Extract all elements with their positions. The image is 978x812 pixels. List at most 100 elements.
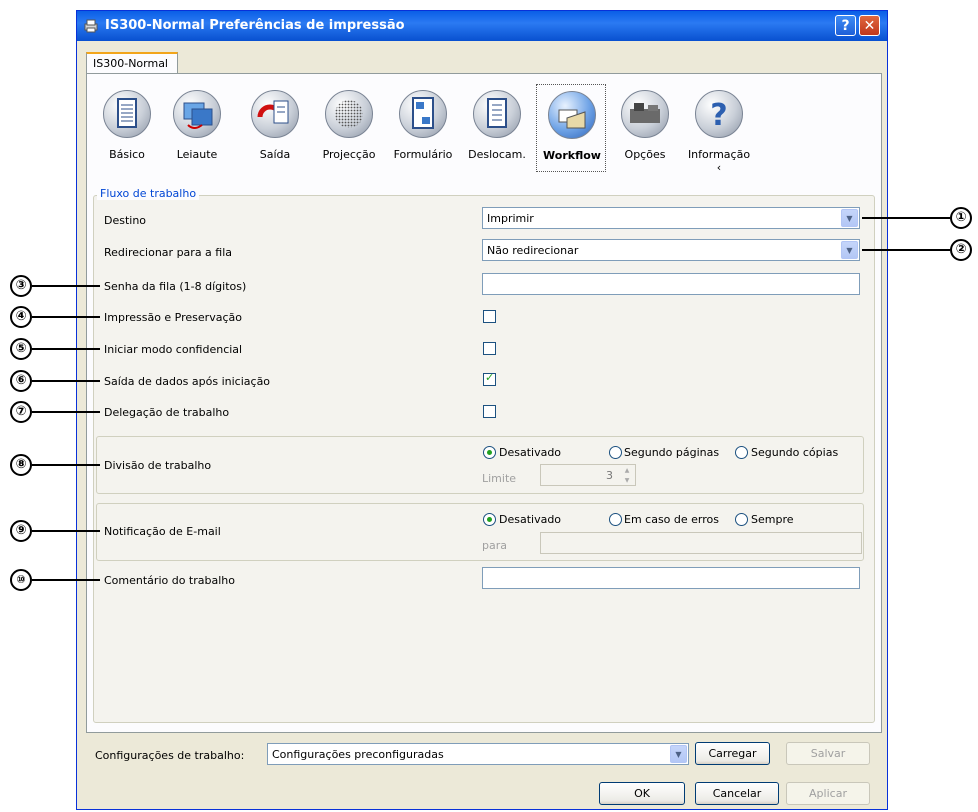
destination-value: Imprimir bbox=[487, 212, 534, 225]
save-button[interactable]: Salvar bbox=[786, 742, 870, 765]
email-to-field[interactable] bbox=[540, 532, 862, 554]
callout-line bbox=[32, 348, 100, 350]
workflow-group-title: Fluxo de trabalho bbox=[97, 187, 200, 200]
toolbar-item-saida[interactable]: Saída bbox=[240, 84, 310, 172]
job-config-label: Configurações de trabalho: bbox=[95, 749, 245, 762]
destination-select[interactable]: Imprimir ▼ bbox=[482, 207, 860, 229]
limit-stepper[interactable]: 3 ▲ ▼ bbox=[540, 464, 636, 486]
queue-password-field[interactable] bbox=[482, 273, 860, 295]
email-always-radio[interactable] bbox=[735, 513, 748, 526]
callout-line bbox=[32, 285, 100, 287]
confidential-checkbox[interactable] bbox=[483, 342, 496, 355]
close-button[interactable]: ✕ bbox=[859, 15, 880, 36]
window-title: IS300-Normal Preferências de impressão bbox=[105, 18, 405, 33]
toolbar-item-opcoes[interactable]: Opções bbox=[610, 84, 680, 172]
toolbar-item-informacao[interactable]: ? Informação ‹ bbox=[684, 84, 754, 174]
job-delegation-label: Delegação de trabalho bbox=[104, 406, 230, 419]
toolbar-item-leiaute[interactable]: Leiaute bbox=[162, 84, 232, 172]
email-off-label: Desativado bbox=[499, 513, 562, 526]
chevron-down-icon[interactable]: ▼ bbox=[670, 745, 687, 763]
form-icon bbox=[399, 90, 447, 138]
print-preserve-label: Impressão e Preservação bbox=[104, 311, 242, 324]
callout-4: ④ bbox=[10, 306, 32, 328]
document-icon bbox=[103, 90, 151, 138]
confidential-label: Iniciar modo confidencial bbox=[104, 343, 243, 356]
toolbar-label: Deslocam. bbox=[468, 148, 526, 161]
callout-line bbox=[862, 249, 950, 251]
email-always-label: Sempre bbox=[751, 513, 794, 526]
toolbar-label: Informação ‹ bbox=[687, 148, 751, 174]
cancel-button[interactable]: Cancelar bbox=[695, 782, 779, 805]
chevron-down-icon[interactable]: ▼ bbox=[620, 476, 634, 485]
callout-line bbox=[32, 411, 100, 413]
callout-6: ⑥ bbox=[10, 370, 32, 392]
toolbar-item-deslocam[interactable]: Deslocam. bbox=[462, 84, 532, 172]
callout-10: ⑩ bbox=[10, 569, 32, 591]
destination-label: Destino bbox=[104, 214, 147, 227]
toolbar-item-basico[interactable]: Básico bbox=[92, 84, 162, 172]
chevron-down-icon[interactable]: ▼ bbox=[841, 241, 858, 259]
toolbar-item-formulario[interactable]: Formulário bbox=[388, 84, 458, 172]
toolbar-item-workflow[interactable]: Workflow bbox=[536, 84, 606, 172]
output-after-start-label: Saída de dados após iniciação bbox=[104, 375, 271, 388]
toolbar-item-projeccao[interactable]: Projecção bbox=[314, 84, 384, 172]
help-button[interactable]: ? bbox=[835, 15, 856, 36]
job-split-off-label: Desativado bbox=[499, 446, 562, 459]
toolbar-label: Leiaute bbox=[176, 148, 218, 161]
job-split-pages-radio[interactable] bbox=[609, 446, 622, 459]
output-icon bbox=[251, 90, 299, 138]
email-errors-radio[interactable] bbox=[609, 513, 622, 526]
callout-1: ① bbox=[950, 207, 972, 229]
load-button[interactable]: Carregar bbox=[695, 742, 770, 765]
title-bar[interactable]: IS300-Normal Preferências de impressão ?… bbox=[77, 11, 887, 41]
job-config-value: Configurações preconfiguradas bbox=[272, 748, 444, 761]
callout-line bbox=[32, 316, 100, 318]
callout-5: ⑤ bbox=[10, 338, 32, 360]
toolbar-label: Básico bbox=[109, 148, 145, 161]
toolbar-label: Formulário bbox=[393, 148, 453, 161]
printer-icon bbox=[84, 19, 98, 33]
chevron-down-icon[interactable]: ▼ bbox=[841, 209, 858, 227]
callout-2: ② bbox=[950, 239, 972, 261]
job-delegation-checkbox[interactable] bbox=[483, 405, 496, 418]
options-icon bbox=[621, 90, 669, 138]
callout-line bbox=[32, 380, 100, 382]
svg-text:?: ? bbox=[710, 98, 727, 133]
help-icon: ? bbox=[695, 90, 743, 138]
callout-line bbox=[862, 217, 950, 219]
shift-icon bbox=[473, 90, 521, 138]
callout-line bbox=[32, 464, 100, 466]
toolbar-label: Workflow bbox=[543, 149, 601, 162]
toolbar-label: Projecção bbox=[322, 148, 376, 161]
output-after-start-checkbox[interactable] bbox=[483, 371, 496, 386]
chevron-up-icon[interactable]: ▲ bbox=[620, 466, 634, 475]
job-config-select[interactable]: Configurações preconfiguradas ▼ bbox=[267, 743, 689, 765]
comment-field[interactable] bbox=[482, 567, 860, 589]
email-to-label: para bbox=[482, 539, 507, 552]
redirect-select[interactable]: Não redirecionar ▼ bbox=[482, 239, 860, 261]
print-preserve-checkbox[interactable] bbox=[483, 310, 496, 323]
queue-password-label: Senha da fila (1-8 dígitos) bbox=[104, 280, 247, 293]
job-split-off-radio[interactable] bbox=[483, 446, 496, 459]
redirect-label: Redirecionar para a fila bbox=[104, 246, 233, 259]
limit-label: Limite bbox=[482, 472, 517, 485]
job-split-pages-label: Segundo páginas bbox=[624, 446, 720, 459]
tab-is300-normal[interactable]: IS300-Normal bbox=[86, 52, 178, 74]
callout-8: ⑧ bbox=[10, 454, 32, 476]
layout-icon bbox=[173, 90, 221, 138]
toolbar-label: Opções bbox=[624, 148, 666, 161]
callout-line bbox=[32, 579, 100, 581]
callout-3: ③ bbox=[10, 275, 32, 297]
email-off-radio[interactable] bbox=[483, 513, 496, 526]
callout-9: ⑨ bbox=[10, 520, 32, 542]
job-split-copies-radio[interactable] bbox=[735, 446, 748, 459]
ok-button[interactable]: OK bbox=[599, 782, 685, 805]
projection-icon bbox=[325, 90, 373, 138]
callout-7: ⑦ bbox=[10, 401, 32, 423]
apply-button[interactable]: Aplicar bbox=[786, 782, 870, 805]
job-split-label: Divisão de trabalho bbox=[104, 459, 212, 472]
email-errors-label: Em caso de erros bbox=[624, 513, 719, 526]
limit-value: 3 bbox=[606, 469, 613, 482]
category-toolbar: Básico Leiaute Saída Projecção Formulári… bbox=[92, 84, 792, 174]
callout-line bbox=[32, 530, 100, 532]
